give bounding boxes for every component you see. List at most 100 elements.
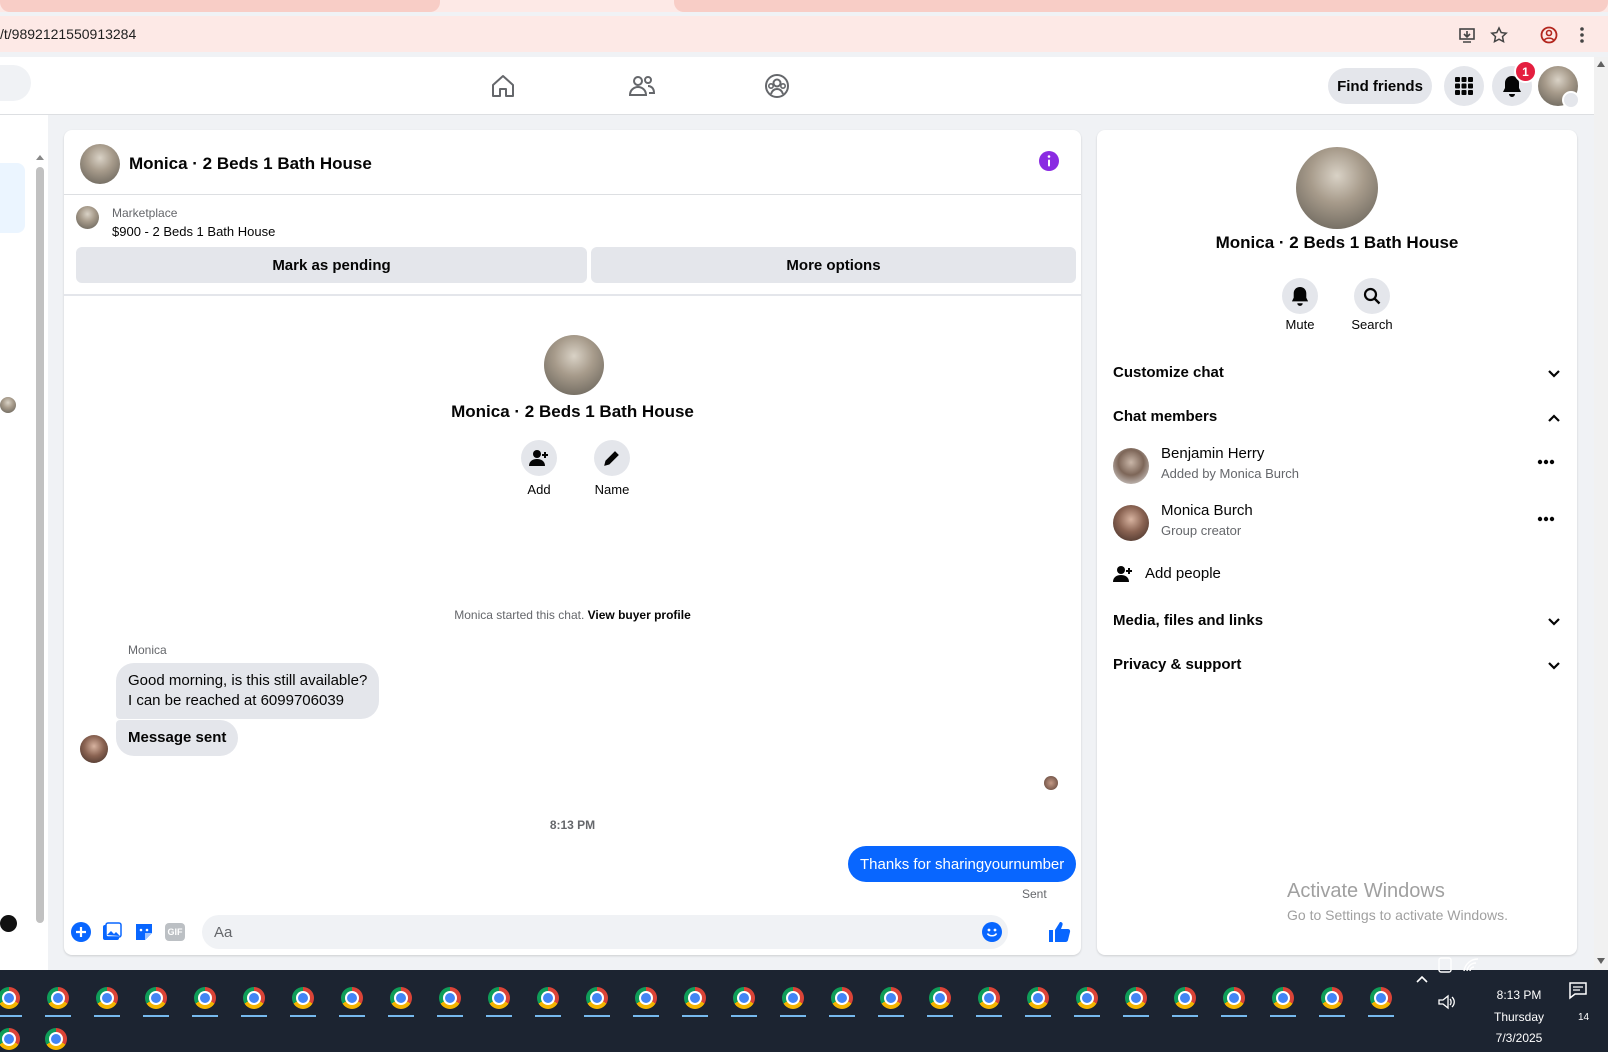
search-button[interactable] bbox=[1354, 278, 1390, 314]
account-chevron-icon[interactable] bbox=[1562, 91, 1580, 109]
chevron-down-icon[interactable] bbox=[1547, 615, 1561, 629]
customize-chat-section[interactable]: Customize chat bbox=[1113, 364, 1224, 381]
browser-tab[interactable] bbox=[0, 0, 440, 12]
more-options-button[interactable]: More options bbox=[591, 247, 1076, 283]
chrome-taskbar-icon[interactable] bbox=[782, 987, 804, 1009]
chrome-taskbar-icon[interactable] bbox=[1125, 987, 1147, 1009]
chrome-taskbar-icon[interactable] bbox=[1272, 987, 1294, 1009]
view-buyer-profile-link[interactable]: View buyer profile bbox=[588, 608, 691, 622]
selected-chat-item[interactable] bbox=[0, 163, 25, 233]
chrome-taskbar-icon[interactable] bbox=[586, 987, 608, 1009]
search-box[interactable] bbox=[0, 65, 31, 101]
bookmark-star-icon[interactable] bbox=[1490, 26, 1508, 44]
chrome-taskbar-icon[interactable] bbox=[831, 987, 853, 1009]
chat-members-section[interactable]: Chat members bbox=[1113, 408, 1217, 425]
chrome-taskbar-icon[interactable] bbox=[0, 1028, 20, 1050]
notification-center-icon[interactable] bbox=[1568, 980, 1588, 1000]
install-app-icon[interactable] bbox=[1458, 26, 1476, 44]
chrome-taskbar-icon[interactable] bbox=[292, 987, 314, 1009]
chrome-taskbar-icon[interactable] bbox=[194, 987, 216, 1009]
chrome-taskbar-icon[interactable] bbox=[1321, 987, 1343, 1009]
device-icon[interactable] bbox=[1438, 957, 1452, 973]
address-bar[interactable] bbox=[0, 16, 1608, 52]
chat-avatar[interactable] bbox=[0, 915, 17, 932]
scroll-down-icon[interactable] bbox=[1597, 958, 1605, 964]
emoji-icon[interactable] bbox=[982, 922, 1002, 942]
group-avatar bbox=[1296, 147, 1378, 229]
sticker-icon[interactable] bbox=[134, 922, 154, 942]
groups-icon[interactable] bbox=[764, 73, 790, 99]
chrome-taskbar-icon[interactable] bbox=[0, 987, 20, 1009]
chrome-taskbar-icon[interactable] bbox=[1370, 987, 1392, 1009]
url-text[interactable]: /t/9892121550913284 bbox=[0, 26, 136, 42]
add-people-row[interactable]: Add people bbox=[1097, 560, 1577, 592]
member-row[interactable]: Monica Burch Group creator bbox=[1097, 500, 1577, 550]
clock-day: Thursday bbox=[1493, 1010, 1545, 1024]
my-message-bubble[interactable]: Thanks for sharingyournumber bbox=[848, 846, 1077, 882]
sidebar-scrollbar-thumb[interactable] bbox=[36, 167, 44, 923]
chrome-taskbar-icon[interactable] bbox=[880, 987, 902, 1009]
chrome-taskbar-icon[interactable] bbox=[439, 987, 461, 1009]
mark-pending-button[interactable]: Mark as pending bbox=[76, 247, 587, 283]
wifi-icon[interactable] bbox=[1462, 957, 1480, 973]
gif-icon[interactable]: GIF bbox=[165, 923, 185, 941]
scroll-up-icon[interactable] bbox=[1597, 61, 1605, 67]
message-input[interactable]: Aa bbox=[202, 915, 1008, 949]
chevron-up-icon[interactable] bbox=[1414, 971, 1430, 987]
chevron-down-icon[interactable] bbox=[1547, 659, 1561, 673]
chrome-taskbar-icon[interactable] bbox=[1174, 987, 1196, 1009]
browser-tab[interactable] bbox=[674, 0, 1608, 12]
more-options-icon[interactable] bbox=[1537, 516, 1555, 522]
more-options-icon[interactable] bbox=[1537, 459, 1555, 465]
member-row[interactable]: Benjamin Herry Added by Monica Burch bbox=[1097, 442, 1577, 492]
like-icon[interactable] bbox=[1047, 920, 1071, 944]
chrome-taskbar-icon[interactable] bbox=[978, 987, 1000, 1009]
profile-icon[interactable] bbox=[1540, 26, 1558, 44]
browser-menu-icon[interactable] bbox=[1578, 26, 1586, 44]
listing-title[interactable]: $900 - 2 Beds 1 Bath House bbox=[112, 224, 275, 239]
find-friends-button[interactable]: Find friends bbox=[1328, 68, 1432, 104]
chrome-taskbar-icon[interactable] bbox=[341, 987, 363, 1009]
chrome-taskbar-icon[interactable] bbox=[684, 987, 706, 1009]
chrome-taskbar-icon[interactable] bbox=[635, 987, 657, 1009]
sender-avatar[interactable] bbox=[80, 735, 108, 763]
chat-started-notice: Monica started this chat. View buyer pro… bbox=[64, 608, 1081, 622]
menu-button[interactable] bbox=[1444, 66, 1484, 106]
clock-time[interactable]: 8:13 PM bbox=[1484, 988, 1554, 1002]
page-scrollbar[interactable] bbox=[1594, 57, 1608, 970]
chat-title[interactable]: Monica · 2 Beds 1 Bath House bbox=[129, 154, 372, 174]
chat-avatar[interactable] bbox=[0, 397, 16, 413]
add-member-button[interactable] bbox=[521, 440, 557, 476]
chrome-taskbar-icon[interactable] bbox=[47, 987, 69, 1009]
chrome-taskbar-icon[interactable] bbox=[929, 987, 951, 1009]
message-bubble[interactable]: Message sent bbox=[116, 720, 239, 756]
scroll-up-icon[interactable] bbox=[36, 155, 44, 160]
photo-icon[interactable] bbox=[102, 922, 122, 942]
chrome-taskbar-icon[interactable] bbox=[1027, 987, 1049, 1009]
media-files-section[interactable]: Media, files and links bbox=[1113, 612, 1263, 629]
chat-avatar[interactable] bbox=[80, 144, 120, 184]
privacy-support-section[interactable]: Privacy & support bbox=[1113, 656, 1241, 673]
chevron-down-icon[interactable] bbox=[1547, 367, 1561, 381]
member-subtitle: Group creator bbox=[1161, 523, 1242, 538]
info-icon[interactable] bbox=[1038, 150, 1060, 172]
volume-icon[interactable] bbox=[1438, 994, 1456, 1010]
plus-circle-icon[interactable] bbox=[71, 922, 91, 942]
mute-button[interactable] bbox=[1282, 278, 1318, 314]
chrome-taskbar-icon[interactable] bbox=[243, 987, 265, 1009]
chrome-taskbar-icon[interactable] bbox=[488, 987, 510, 1009]
home-icon[interactable] bbox=[490, 73, 516, 99]
chrome-taskbar-icon[interactable] bbox=[145, 987, 167, 1009]
friends-icon[interactable] bbox=[628, 73, 656, 99]
chevron-up-icon[interactable] bbox=[1547, 411, 1561, 425]
message-bubble[interactable]: Good morning, is this still available? I… bbox=[116, 663, 380, 719]
chrome-taskbar-icon[interactable] bbox=[537, 987, 559, 1009]
chrome-taskbar-icon[interactable] bbox=[390, 987, 412, 1009]
rename-button[interactable] bbox=[594, 440, 630, 476]
chrome-taskbar-icon[interactable] bbox=[1076, 987, 1098, 1009]
chrome-taskbar-icon[interactable] bbox=[45, 1028, 67, 1050]
taskbar-active-indicator bbox=[927, 1015, 953, 1017]
chrome-taskbar-icon[interactable] bbox=[96, 987, 118, 1009]
chrome-taskbar-icon[interactable] bbox=[1223, 987, 1245, 1009]
chrome-taskbar-icon[interactable] bbox=[733, 987, 755, 1009]
